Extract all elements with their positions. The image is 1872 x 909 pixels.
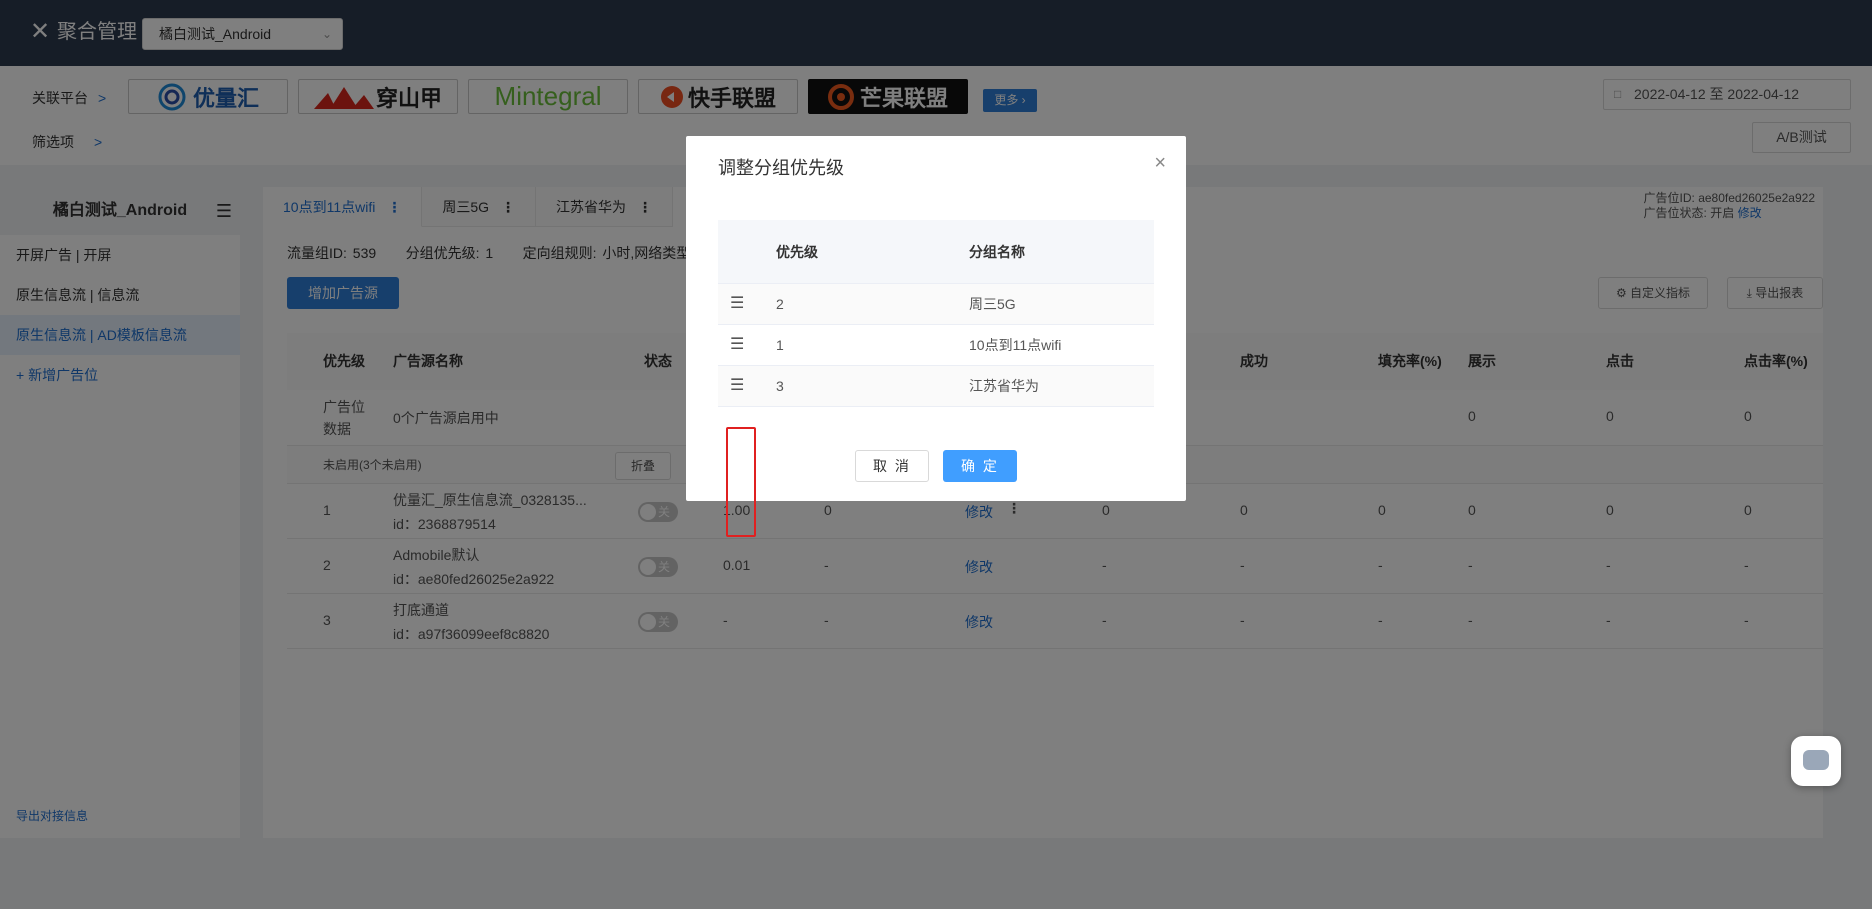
dialog-title: 调整分组优先级 (718, 158, 844, 178)
priority-row: ☰ 2 周三5G (718, 284, 1154, 325)
drag-handle-highlight (726, 427, 756, 537)
chat-bubble-icon (1803, 750, 1829, 770)
close-icon[interactable]: × (1154, 152, 1166, 175)
drag-handle-icon[interactable]: ☰ (730, 325, 744, 365)
priority-table-header: 优先级 分组名称 (718, 220, 1154, 284)
priority-dialog: 调整分组优先级 × 优先级 分组名称 ☰ 2 周三5G ☰ 1 10点到11点w… (686, 136, 1186, 537)
priority-row: ☰ 3 江苏省华为 (718, 366, 1154, 407)
priority-row: ☰ 1 10点到11点wifi (718, 325, 1154, 366)
chat-button[interactable] (1791, 736, 1841, 786)
drag-handle-icon[interactable]: ☰ (730, 284, 744, 324)
drag-handle-icon[interactable]: ☰ (730, 366, 744, 406)
priority-table: 优先级 分组名称 ☰ 2 周三5G ☰ 1 10点到11点wifi ☰ 3 江苏… (718, 220, 1154, 407)
confirm-button[interactable]: 确 定 (943, 450, 1017, 482)
cancel-button[interactable]: 取 消 (855, 450, 929, 482)
